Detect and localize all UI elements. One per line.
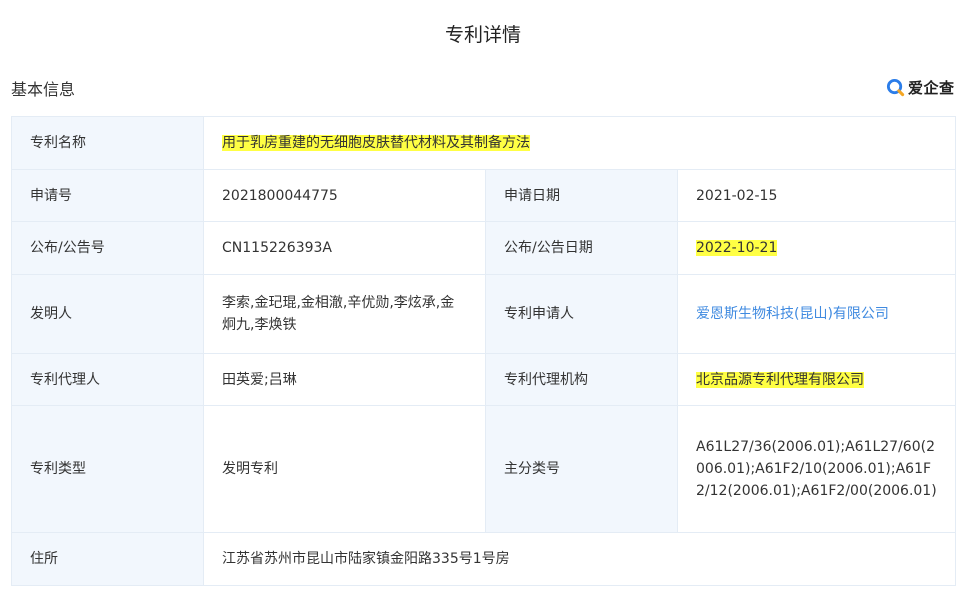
publication-no-value: CN115226393A <box>203 221 486 275</box>
table-row: 专利类型 发明专利 主分类号 A61L27/36(2006.01);A61L27… <box>11 405 956 533</box>
section-title: 基本信息 <box>11 80 76 99</box>
agency-value: 北京品源专利代理有限公司 <box>677 353 956 406</box>
application-no-label: 申请号 <box>11 169 204 222</box>
table-row: 专利代理人 田英爱;吕琳 专利代理机构 北京品源专利代理有限公司 <box>11 353 956 406</box>
patent-name-value: 用于乳房重建的无细胞皮肤替代材料及其制备方法 <box>203 116 956 170</box>
agency-text: 北京品源专利代理有限公司 <box>696 371 864 388</box>
publication-no-label: 公布/公告号 <box>11 221 204 275</box>
agent-value: 田英爱;吕琳 <box>203 353 486 406</box>
main-class-label: 主分类号 <box>485 405 678 533</box>
inventors-label: 发明人 <box>11 274 204 354</box>
search-magnifier-logo-icon <box>886 78 905 96</box>
address-label: 住所 <box>11 532 204 586</box>
application-no-value: 2021800044775 <box>203 169 486 222</box>
main-class-value: A61L27/36(2006.01);A61L27/60(2006.01);A6… <box>677 405 956 533</box>
table-row: 发明人 李索,金玘琨,金相澈,辛优勋,李炫承,金炯九,李焕铁 专利申请人 爱恩斯… <box>11 274 956 354</box>
applicant-value: 爱恩斯生物科技(昆山)有限公司 <box>677 274 956 354</box>
agency-label: 专利代理机构 <box>485 353 678 406</box>
table-row: 公布/公告号 CN115226393A 公布/公告日期 2022-10-21 <box>11 221 956 275</box>
table-row: 申请号 2021800044775 申请日期 2021-02-15 <box>11 169 956 222</box>
agent-label: 专利代理人 <box>11 353 204 406</box>
patent-type-label: 专利类型 <box>11 405 204 533</box>
page-title: 专利详情 <box>444 24 521 46</box>
inventors-value: 李索,金玘琨,金相澈,辛优勋,李炫承,金炯九,李焕铁 <box>203 274 486 354</box>
patent-info-table: 专利名称 用于乳房重建的无细胞皮肤替代材料及其制备方法 申请号 20218000… <box>11 116 956 586</box>
application-date-label: 申请日期 <box>485 169 678 222</box>
publication-date-label: 公布/公告日期 <box>485 221 678 275</box>
application-date-value: 2021-02-15 <box>677 169 956 222</box>
publication-date-text: 2022-10-21 <box>696 240 778 256</box>
patent-name-text: 用于乳房重建的无细胞皮肤替代材料及其制备方法 <box>222 135 530 151</box>
brand-name: 爱企查 <box>908 78 955 97</box>
table-row: 专利名称 用于乳房重建的无细胞皮肤替代材料及其制备方法 <box>11 116 956 170</box>
table-row: 住所 江苏省苏州市昆山市陆家镇金阳路335号1号房 <box>11 532 956 586</box>
brand-logo[interactable]: 爱企查 <box>886 76 955 98</box>
applicant-label: 专利申请人 <box>485 274 678 354</box>
applicant-link[interactable]: 爱恩斯生物科技(昆山)有限公司 <box>696 306 889 322</box>
publication-date-value: 2022-10-21 <box>677 221 956 275</box>
address-value: 江苏省苏州市昆山市陆家镇金阳路335号1号房 <box>203 532 956 586</box>
patent-type-value: 发明专利 <box>203 405 486 533</box>
patent-name-label: 专利名称 <box>11 116 204 170</box>
